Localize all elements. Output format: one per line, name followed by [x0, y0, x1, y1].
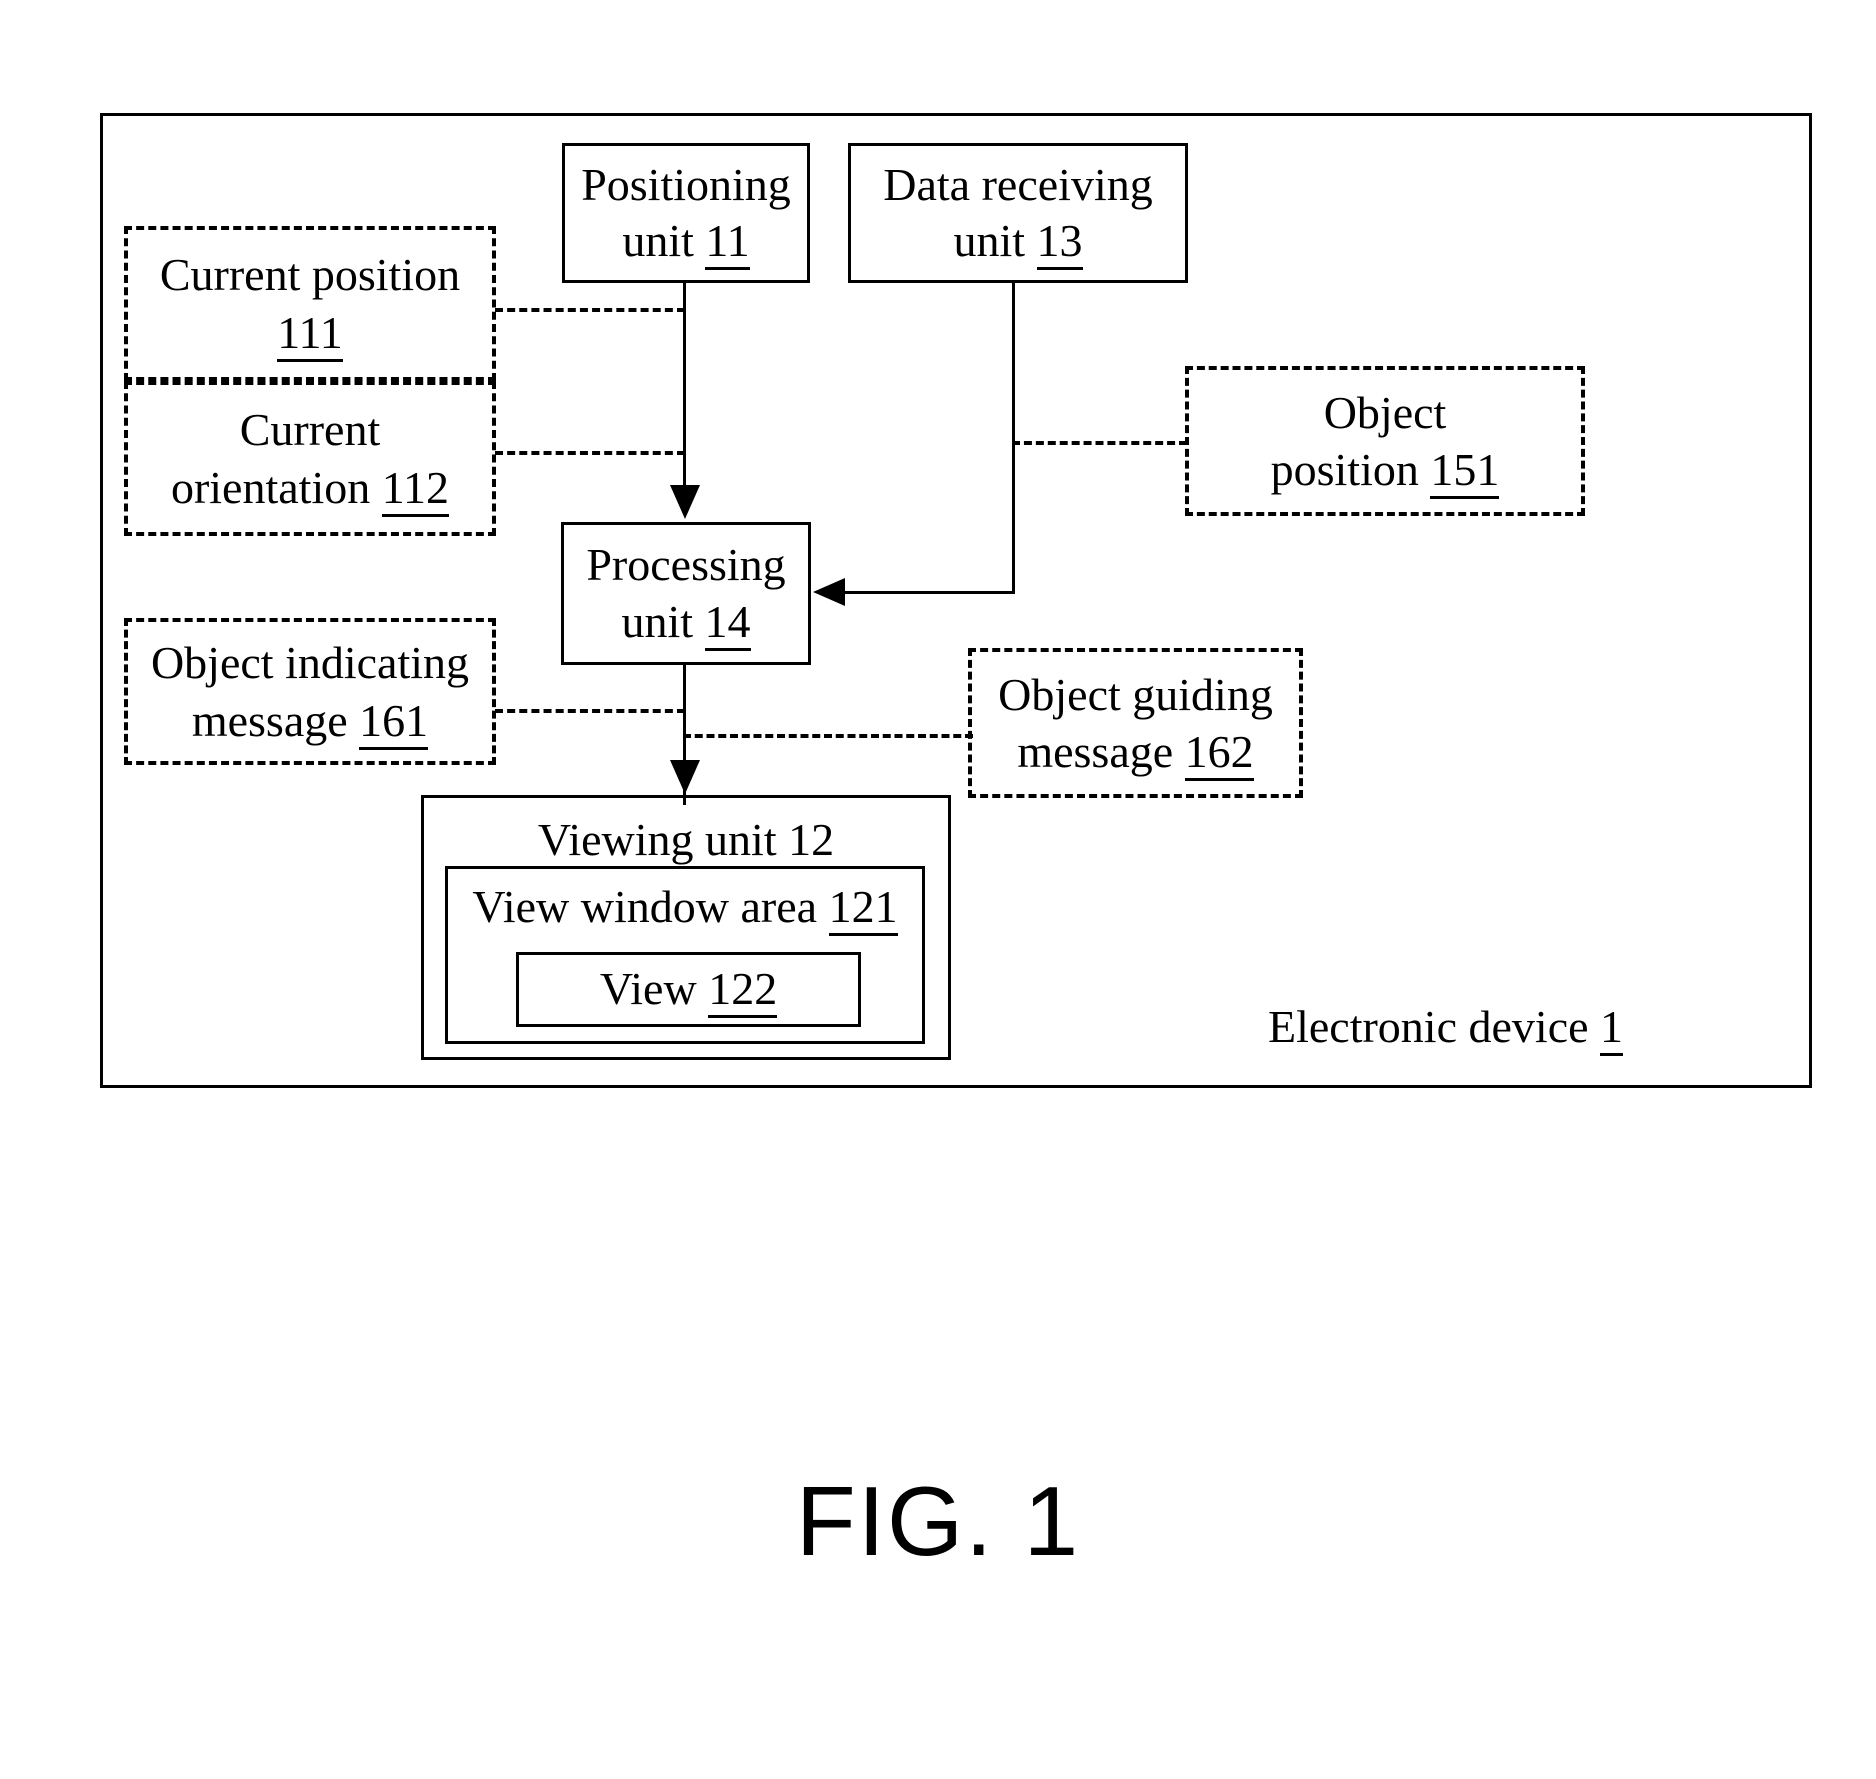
object-position-label: Object position 151 [1271, 384, 1500, 499]
current-orientation-box[interactable]: Current orientation 112 [124, 381, 496, 536]
positioning-unit-label: Positioning unit 11 [581, 157, 791, 270]
dashed-object-position-link [1012, 441, 1187, 445]
view-window-area-box[interactable]: View window area 121 View 122 [445, 866, 925, 1044]
dashed-object-indicating-link [495, 709, 685, 713]
connector-datareceiving-vertical [1012, 283, 1015, 593]
view-window-area-label: View window area 121 [448, 879, 922, 936]
object-guiding-message-label: Object guiding message 162 [998, 666, 1273, 781]
current-orientation-label: Current orientation 112 [171, 401, 450, 517]
object-position-box[interactable]: Object position 151 [1185, 366, 1585, 516]
dashed-current-position-link [495, 308, 685, 312]
current-position-label: Current position 111 [160, 246, 460, 362]
arrowhead-processing-to-viewing [670, 760, 700, 794]
figure-caption: FIG. 1 [795, 1466, 1081, 1576]
object-indicating-message-label: Object indicating message 161 [151, 634, 469, 750]
viewing-unit-label: Viewing unit 12 [424, 812, 948, 869]
electronic-device-label: Electronic device 1 [1268, 1000, 1624, 1056]
view-label: View 122 [600, 961, 778, 1019]
positioning-unit-box[interactable]: Positioning unit 11 [562, 143, 810, 283]
connector-positioning-to-processing [683, 283, 686, 488]
object-guiding-message-box[interactable]: Object guiding message 162 [968, 648, 1303, 798]
data-receiving-unit-box[interactable]: Data receiving unit 13 [848, 143, 1188, 283]
data-receiving-unit-label: Data receiving unit 13 [883, 157, 1153, 270]
processing-unit-box[interactable]: Processing unit 14 [561, 522, 811, 665]
arrowhead-positioning-to-processing [670, 485, 700, 519]
view-box[interactable]: View 122 [516, 952, 861, 1027]
connector-datareceiving-horizontal [845, 591, 1015, 594]
arrowhead-datareceiving-to-processing [813, 578, 845, 606]
processing-unit-label: Processing unit 14 [586, 537, 786, 651]
viewing-unit-box[interactable]: Viewing unit 12 View window area 121 Vie… [421, 795, 951, 1060]
dashed-current-orientation-link [495, 451, 685, 455]
patent-figure: Positioning unit 11 Data receiving unit … [0, 0, 1876, 1779]
object-indicating-message-box[interactable]: Object indicating message 161 [124, 618, 496, 765]
current-position-box[interactable]: Current position 111 [124, 226, 496, 381]
dashed-object-guiding-link [683, 734, 973, 738]
